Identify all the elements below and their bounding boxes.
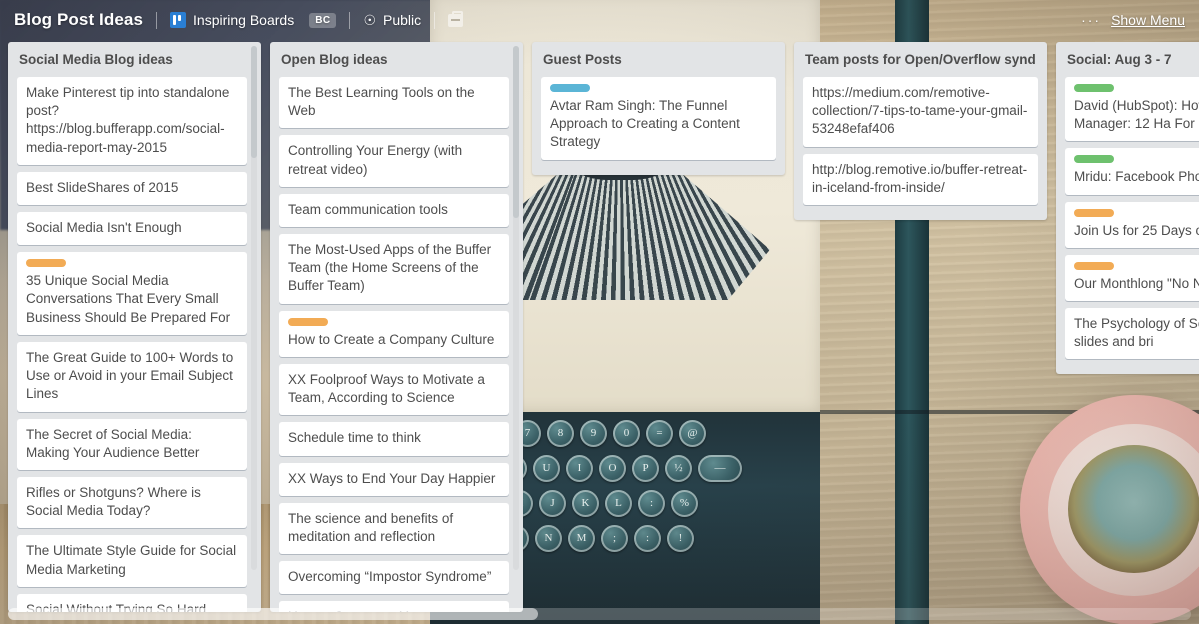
list-scrollbar[interactable] — [251, 46, 257, 571]
card-title: How to Create a Company Culture — [288, 331, 495, 347]
list-title[interactable]: Guest Posts — [532, 42, 785, 77]
card-title: The science and benefits of meditation a… — [288, 510, 454, 544]
card-label-blue[interactable] — [550, 83, 590, 92]
page-title[interactable]: Blog Post Ideas — [14, 10, 143, 30]
list-cards: Avtar Ram Singh: The Funnel Approach to … — [532, 76, 785, 175]
list[interactable]: Team posts for Open/Overflow synd https:/… — [794, 42, 1047, 220]
card-title: The Great Guide to 100+ Words to Use or … — [26, 349, 234, 402]
card-title: Controlling Your Energy (with retreat vi… — [288, 143, 463, 177]
list[interactable]: Social Media Blog ideas Make Pinterest ti… — [8, 42, 261, 612]
card[interactable]: Social Media Isn't Enough — [17, 211, 247, 246]
organization-link[interactable]: Inspiring Boards BC — [170, 12, 337, 28]
card-title: XX Ways to End Your Day Happier — [288, 470, 496, 486]
card-title: The Best Learning Tools on the Web — [288, 84, 475, 119]
card[interactable]: David (HubSpot): How Media Manager: 12 H… — [1065, 76, 1199, 142]
card[interactable]: Overcoming “Impostor Syndrome” — [279, 561, 509, 595]
list[interactable]: Guest Posts Avtar Ram Singh: The Funnel A… — [532, 42, 785, 175]
list-cards: Make Pinterest tip into standalone post?… — [8, 76, 261, 612]
card-label-orange[interactable] — [1074, 261, 1114, 270]
card-title: The Secret of Social Media: Making Your … — [26, 426, 200, 460]
card[interactable]: The Secret of Social Media: Making Your … — [17, 418, 247, 470]
board-horizontal-scrollbar-thumb[interactable] — [8, 608, 538, 620]
card-label-orange[interactable] — [1074, 208, 1114, 217]
card-label-green[interactable] — [1074, 155, 1114, 164]
card[interactable]: Our Monthlong "No Ne Experiment — [1065, 254, 1199, 301]
list-scrollbar-thumb[interactable] — [251, 46, 257, 158]
header-divider-3 — [434, 11, 436, 29]
card-title: Join Us for 25 Days of Strategies — [1074, 222, 1199, 238]
card-label-orange[interactable] — [26, 259, 66, 268]
card[interactable]: 35 Unique Social Media Conversations Tha… — [17, 252, 247, 335]
card-title: http://blog.remotive.io/buffer-retreat-i… — [812, 161, 1028, 195]
organization-badge: BC — [309, 12, 337, 28]
card-title: Social Media Isn't Enough — [26, 219, 182, 235]
card[interactable]: Team communication tools — [279, 193, 509, 227]
trello-board-app: 567890=@RTYUIOP½—FGHJKL:%CVBNM;:! Blog P… — [0, 0, 1199, 624]
card-title: Best SlideShares of 2015 — [26, 179, 179, 195]
organization-name: Inspiring Boards — [193, 12, 295, 28]
board-horizontal-scrollbar[interactable] — [8, 608, 1191, 620]
board-visibility-button[interactable]: ☉ Public — [363, 12, 421, 28]
globe-icon: ☉ — [363, 12, 377, 28]
list-title[interactable]: Social Media Blog ideas — [8, 42, 261, 77]
list-title[interactable]: Team posts for Open/Overflow synd — [794, 42, 1047, 77]
card[interactable]: The Ultimate Style Guide for Social Medi… — [17, 535, 247, 587]
board-visibility-label: Public — [383, 12, 422, 28]
card-title: XX Foolproof Ways to Motivate a Team, Ac… — [288, 371, 485, 406]
card[interactable]: XX Ways to End Your Day Happier — [279, 462, 509, 496]
card-title: Avtar Ram Singh: The Funnel Approach to … — [550, 97, 740, 150]
list-scrollbar[interactable] — [513, 46, 519, 571]
card-title: Make Pinterest tip into standalone post?… — [26, 84, 230, 155]
card-title: Overcoming “Impostor Syndrome” — [288, 569, 492, 585]
list-cards: https://medium.com/remotive-collection/7… — [794, 76, 1047, 220]
list-title[interactable]: Open Blog ideas — [270, 42, 523, 77]
card[interactable]: XX Foolproof Ways to Motivate a Team, Ac… — [279, 363, 509, 416]
card[interactable]: https://medium.com/remotive-collection/7… — [803, 76, 1038, 147]
list[interactable]: Open Blog ideas The Best Learning Tools o… — [270, 42, 523, 612]
card[interactable]: Rifles or Shotguns? Where is Social Medi… — [17, 476, 247, 529]
list-scrollbar-thumb[interactable] — [513, 46, 519, 218]
trello-logo-icon — [170, 12, 187, 28]
card-title: 35 Unique Social Media Conversations Tha… — [26, 273, 231, 325]
card-title: Schedule time to think — [288, 430, 421, 446]
list[interactable]: Social: Aug 3 - 7 David (HubSpot): How Me… — [1056, 42, 1199, 375]
list-title[interactable]: Social: Aug 3 - 7 — [1056, 42, 1199, 77]
card-title: David (HubSpot): How Media Manager: 12 H… — [1074, 97, 1199, 132]
board-lists-container: Social Media Blog ideas Make Pinterest ti… — [0, 40, 1199, 624]
briefcase-icon — [448, 10, 464, 27]
card-title: Our Monthlong "No Ne Experiment — [1074, 275, 1199, 291]
card[interactable]: Join Us for 25 Days of Strategies — [1065, 201, 1199, 248]
card-label-orange[interactable] — [288, 317, 328, 326]
card[interactable]: Avtar Ram Singh: The Funnel Approach to … — [541, 76, 776, 160]
card[interactable]: The Psychology of Soc (Mozcon slides and… — [1065, 307, 1199, 360]
briefcase-button[interactable] — [448, 10, 464, 27]
card[interactable]: The Most-Used Apps of the Buffer Team (t… — [279, 233, 509, 304]
card-title: Team communication tools — [288, 201, 448, 217]
card-title: The Ultimate Style Guide for Social Medi… — [26, 543, 237, 577]
card-title: The Psychology of Soc (Mozcon slides and… — [1074, 315, 1199, 350]
card[interactable]: Make Pinterest tip into standalone post?… — [17, 76, 247, 165]
card[interactable]: Controlling Your Energy (with retreat vi… — [279, 135, 509, 187]
card-title: https://medium.com/remotive-collection/7… — [812, 84, 1028, 137]
show-menu-button[interactable]: Show Menu — [1111, 12, 1185, 28]
card-title: The Most-Used Apps of the Buffer Team (t… — [288, 241, 492, 294]
card[interactable]: Mridu: Facebook Photo — [1065, 148, 1199, 195]
card-title: Mridu: Facebook Photo — [1074, 169, 1199, 185]
header-divider-1 — [156, 11, 158, 29]
card[interactable]: Best SlideShares of 2015 — [17, 171, 247, 205]
card-title: Rifles or Shotguns? Where is Social Medi… — [26, 484, 201, 519]
card[interactable]: The Best Learning Tools on the Web — [279, 76, 509, 129]
list-cards: The Best Learning Tools on the Web Contro… — [270, 76, 523, 612]
board-header: Blog Post Ideas Inspiring Boards BC ☉ Pu… — [0, 0, 1199, 40]
header-divider-2 — [349, 11, 351, 29]
card[interactable]: http://blog.remotive.io/buffer-retreat-i… — [803, 153, 1038, 205]
header-right-group: ··· Show Menu — [1081, 12, 1185, 28]
card[interactable]: How to Create a Company Culture — [279, 310, 509, 357]
card[interactable]: Schedule time to think — [279, 422, 509, 456]
more-options-icon[interactable]: ··· — [1081, 12, 1101, 28]
list-cards: David (HubSpot): How Media Manager: 12 H… — [1056, 76, 1199, 375]
card[interactable]: The science and benefits of meditation a… — [279, 502, 509, 555]
card-label-green[interactable] — [1074, 83, 1114, 92]
card[interactable]: The Great Guide to 100+ Words to Use or … — [17, 341, 247, 412]
